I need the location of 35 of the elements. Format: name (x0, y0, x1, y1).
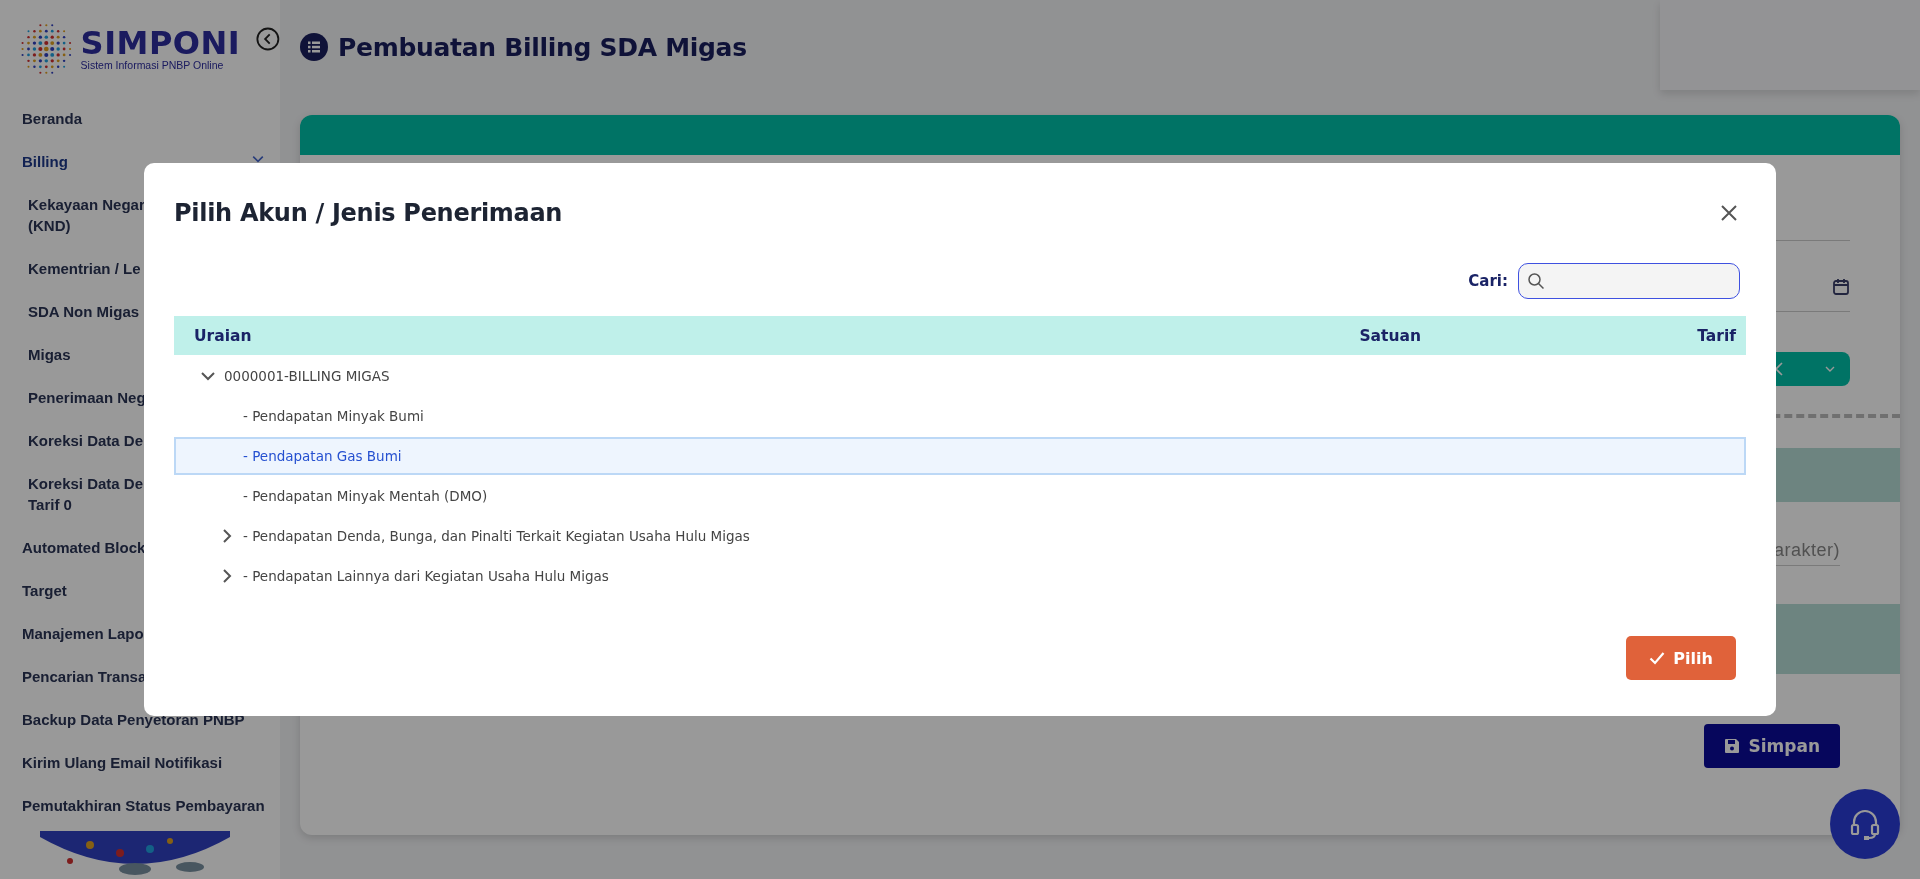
sidebar-item[interactable]: Pemutakhiran Status Pembayaran (0, 784, 280, 827)
sidebar-item[interactable]: Beranda (0, 97, 280, 140)
modal-title: Pilih Akun / Jenis Penerimaan (174, 199, 563, 227)
column-header: Satuan (1358, 326, 1422, 345)
tree-label: - Pendapatan Lainnya dari Kegiatan Usaha Hulu Migas (243, 568, 609, 584)
select-button[interactable]: Pilih (1626, 636, 1736, 680)
tree-label: - Pendapatan Minyak Mentah (DMO) (243, 488, 488, 504)
search-icon (1527, 272, 1545, 290)
tree-label: - Pendapatan Gas Bumi (243, 448, 402, 464)
search-label: Cari: (1468, 272, 1508, 290)
column-header: Tarif (1696, 326, 1737, 345)
list-icon (300, 33, 328, 61)
column-header: Uraian (193, 326, 253, 345)
search-field[interactable] (1518, 263, 1740, 299)
tree-row[interactable]: - Pendapatan Denda, Bunga, dan Pinalti Terkait Kegiatan Usaha Hulu Migas (174, 517, 1746, 555)
tree-row[interactable]: - Pendapatan Minyak Mentah (DMO) (174, 477, 1746, 515)
tree-label: - Pendapatan Minyak Bumi (243, 408, 424, 424)
tree-row[interactable]: - Pendapatan Minyak Bumi (174, 397, 1746, 435)
tree-row[interactable]: - Pendapatan Lainnya dari Kegiatan Usaha Hulu Migas (174, 557, 1746, 595)
calendar-icon[interactable] (1832, 278, 1850, 296)
sidebar-item[interactable]: Kirim Ulang Email Notifikasi (0, 741, 280, 784)
save-icon (1724, 738, 1741, 754)
close-icon (1720, 204, 1738, 222)
logo-subtitle: Sistem Informasi PNBP Online (80, 59, 225, 71)
close-button[interactable] (1720, 204, 1738, 222)
tree-row[interactable]: 0000001-BILLING MIGAS (174, 357, 1746, 395)
tree-label: 0000001-BILLING MIGAS (224, 368, 390, 384)
check-icon (1649, 651, 1666, 665)
tree-row[interactable]: - Pendapatan Gas Bumi (174, 437, 1746, 475)
logo-title: SIMPONI (80, 27, 241, 59)
save-button[interactable]: Simpan (1704, 724, 1840, 768)
collapse-icon[interactable] (256, 26, 280, 52)
page-title: Pembuatan Billing SDA Migas (338, 32, 747, 62)
field-hint: arakter) (1774, 540, 1840, 561)
tree-label: - Pendapatan Denda, Bunga, dan Pinalti Terkait Kegiatan Usaha Hulu Migas (243, 528, 750, 544)
